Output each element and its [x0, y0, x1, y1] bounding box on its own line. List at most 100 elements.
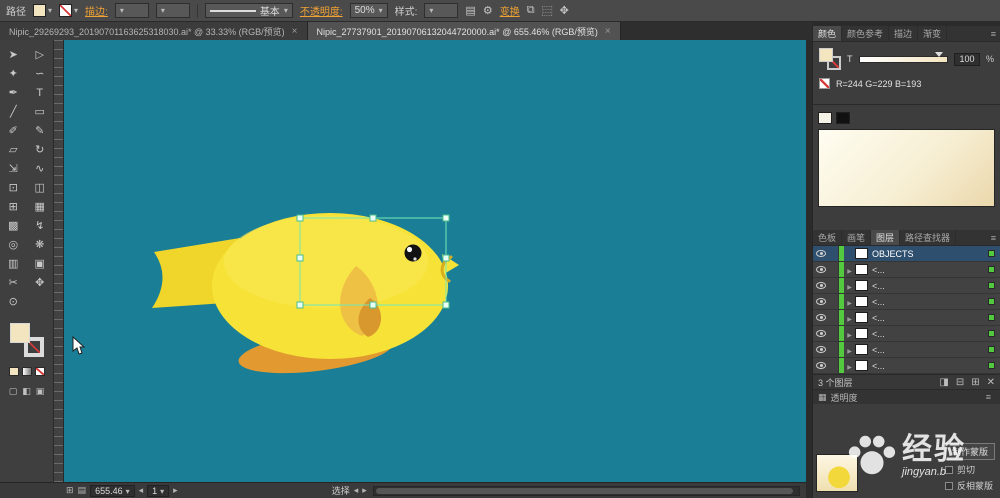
- expand-triangle-icon[interactable]: [844, 281, 855, 291]
- tab-swatches[interactable]: 色板: [813, 230, 843, 245]
- align-icon[interactable]: ⧉: [527, 4, 535, 17]
- expand-triangle-icon[interactable]: [844, 265, 855, 275]
- visibility-eye-icon[interactable]: [813, 250, 829, 257]
- tab-color-guide[interactable]: 颜色参考: [842, 26, 890, 41]
- zoom-tool[interactable]: ⊙: [0, 292, 27, 311]
- selection-indicator[interactable]: [988, 250, 995, 257]
- layer-name[interactable]: <...: [872, 297, 988, 307]
- expand-triangle-icon[interactable]: [844, 345, 855, 355]
- direct-selection-tool[interactable]: ▷: [27, 45, 54, 64]
- scrollbar-thumb[interactable]: [375, 487, 793, 494]
- tab-stroke[interactable]: 描边: [889, 26, 919, 41]
- delete-layer-icon[interactable]: ✕: [987, 377, 995, 388]
- tab-gradient[interactable]: 渐变: [918, 26, 948, 41]
- column-graph-tool[interactable]: ▥: [0, 254, 27, 273]
- paintbrush-tool[interactable]: ✐: [0, 121, 27, 140]
- opacity-panel-link[interactable]: 不透明度:: [300, 3, 343, 18]
- visibility-eye-icon[interactable]: [813, 298, 829, 305]
- visibility-eye-icon[interactable]: [813, 330, 829, 337]
- layer-thumbnail[interactable]: [855, 296, 868, 307]
- none-mode-button[interactable]: [34, 367, 45, 376]
- scale-tool[interactable]: ⇲: [0, 159, 27, 178]
- lock-cell[interactable]: [829, 326, 839, 341]
- eraser-tool[interactable]: ▱: [0, 140, 27, 159]
- panel-menu-icon[interactable]: [982, 392, 995, 402]
- slice-tool[interactable]: ✂: [0, 273, 27, 292]
- stroke-panel-link[interactable]: 描边:: [85, 3, 108, 18]
- slider-thumb-icon[interactable]: [934, 51, 943, 57]
- expand-triangle-icon[interactable]: [844, 313, 855, 323]
- arrange-icon[interactable]: ⿳: [542, 3, 553, 19]
- mesh-tool[interactable]: ▦: [27, 197, 54, 216]
- tab-pathfinder[interactable]: 路径查找器: [900, 230, 957, 245]
- stroke-color-picker[interactable]: [59, 4, 78, 17]
- mini-fill-stroke-indicator[interactable]: [819, 48, 841, 70]
- lock-cell[interactable]: [829, 310, 839, 325]
- selection-indicator[interactable]: [988, 266, 995, 273]
- layer-row-objects[interactable]: OBJECTS: [813, 246, 1000, 262]
- make-clip-mask-icon[interactable]: ◨: [939, 377, 948, 388]
- lasso-tool[interactable]: ∽: [27, 64, 54, 83]
- visibility-eye-icon[interactable]: [813, 282, 829, 289]
- layer-row[interactable]: <...: [813, 358, 1000, 374]
- visibility-eye-icon[interactable]: [813, 346, 829, 353]
- layer-name[interactable]: <...: [872, 329, 988, 339]
- layer-name[interactable]: OBJECTS: [872, 249, 988, 259]
- fish-artwork[interactable]: [64, 40, 806, 482]
- none-color-icon[interactable]: [819, 78, 830, 89]
- isolate-icon[interactable]: ✥: [560, 4, 569, 17]
- layer-thumbnail[interactable]: [855, 360, 868, 371]
- clip-checkbox-row[interactable]: 剪切: [944, 463, 975, 476]
- selection-indicator[interactable]: [988, 314, 995, 321]
- layer-row[interactable]: <...: [813, 294, 1000, 310]
- scroll-right-arrow[interactable]: [362, 485, 367, 496]
- visibility-eye-icon[interactable]: [813, 362, 829, 369]
- artboard-tool[interactable]: ▣: [27, 254, 54, 273]
- next-artboard-arrow[interactable]: [173, 485, 178, 496]
- magic-wand-tool[interactable]: ✦: [0, 64, 27, 83]
- grid-toggle-icon[interactable]: [66, 485, 74, 496]
- close-icon[interactable]: ×: [605, 26, 611, 37]
- line-segment-tool[interactable]: ╱: [0, 102, 27, 121]
- invert-mask-checkbox-row[interactable]: 反相蒙版: [944, 479, 993, 492]
- lock-cell[interactable]: [829, 358, 839, 373]
- checkbox-icon[interactable]: [944, 481, 953, 490]
- prev-artboard-arrow[interactable]: [139, 485, 144, 496]
- document-tab-2[interactable]: Nipic_27737901_20190706132044720000.ai* …: [307, 22, 621, 40]
- lock-cell[interactable]: [829, 342, 839, 357]
- fill-color-box[interactable]: [9, 323, 30, 343]
- canvas-area[interactable]: [64, 40, 806, 482]
- tab-layers[interactable]: 图层: [871, 230, 901, 245]
- swatch-white[interactable]: [818, 112, 832, 124]
- document-tab-1[interactable]: Nipic_29269293_20190701163625318030.ai* …: [0, 22, 308, 40]
- layer-name[interactable]: <...: [872, 313, 988, 323]
- layer-thumbnail[interactable]: [855, 312, 868, 323]
- transparency-tab-label[interactable]: 透明度: [831, 391, 858, 404]
- layer-row[interactable]: <...: [813, 342, 1000, 358]
- artboard-select[interactable]: 1: [147, 484, 170, 497]
- layer-row[interactable]: <...: [813, 310, 1000, 326]
- expand-triangle-icon[interactable]: [844, 361, 855, 371]
- swatch-black[interactable]: [836, 112, 850, 124]
- draw-normal-icon[interactable]: ▢: [9, 386, 18, 397]
- lock-cell[interactable]: [829, 278, 839, 293]
- document-info-icon[interactable]: [78, 485, 87, 496]
- visibility-eye-icon[interactable]: [813, 314, 829, 321]
- panel-menu-icon[interactable]: [987, 230, 1000, 245]
- color-mode-button[interactable]: [8, 367, 19, 376]
- gradient-preview[interactable]: [818, 129, 995, 207]
- eyedropper-tool[interactable]: ↯: [27, 216, 54, 235]
- layer-name[interactable]: <...: [872, 265, 988, 275]
- transparency-artwork-thumbnail[interactable]: [816, 454, 858, 492]
- layer-thumbnail[interactable]: [855, 344, 868, 355]
- free-transform-tool[interactable]: ⊡: [0, 178, 27, 197]
- horizontal-scrollbar[interactable]: [372, 485, 800, 496]
- close-icon[interactable]: ×: [292, 26, 298, 37]
- type-tool[interactable]: T: [27, 83, 54, 102]
- preferences-icon[interactable]: ⚙: [483, 4, 493, 17]
- transparency-header[interactable]: 透明度: [813, 390, 1000, 404]
- tab-brushes[interactable]: 画笔: [842, 230, 872, 245]
- tint-slider[interactable]: [858, 51, 948, 63]
- new-layer-icon[interactable]: ⊞: [971, 377, 979, 388]
- rotate-tool[interactable]: ↻: [27, 140, 54, 159]
